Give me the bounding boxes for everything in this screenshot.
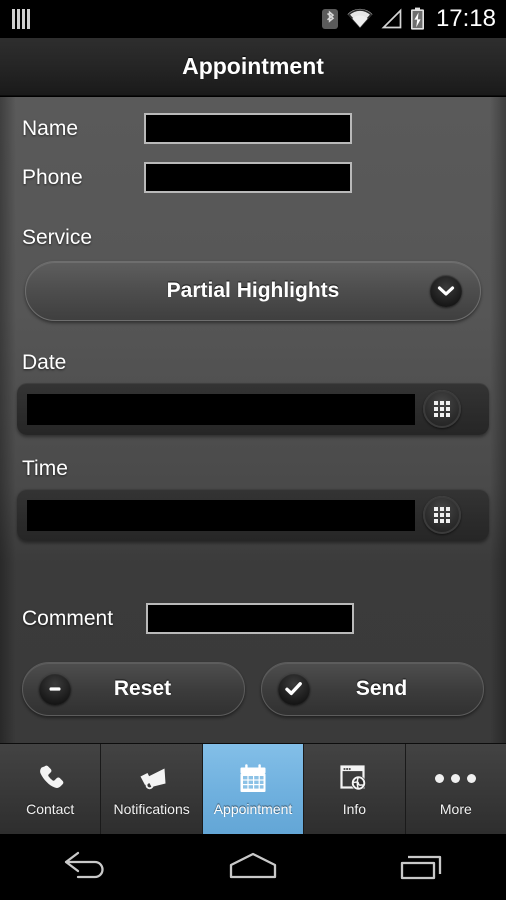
status-bar: 17:18 bbox=[0, 0, 506, 38]
page-title: Appointment bbox=[182, 53, 324, 79]
comment-label: Comment bbox=[22, 606, 114, 630]
android-nav-bar bbox=[0, 834, 506, 900]
tab-appointment-label: Appointment bbox=[213, 800, 293, 817]
bluetooth-icon bbox=[321, 9, 338, 29]
check-circle-icon bbox=[278, 673, 310, 705]
reset-button-label: Reset bbox=[113, 677, 172, 700]
phone-icon bbox=[33, 762, 67, 796]
nav-recents-button[interactable] bbox=[337, 848, 506, 886]
wifi-icon bbox=[347, 8, 373, 29]
reset-button[interactable]: Reset bbox=[22, 662, 245, 716]
phone-row: Phone bbox=[0, 162, 506, 193]
calendar-icon bbox=[236, 762, 270, 796]
name-label: Name bbox=[22, 116, 79, 140]
back-icon bbox=[65, 851, 104, 879]
grid-picker-icon bbox=[434, 401, 450, 417]
comment-row: Comment bbox=[0, 603, 506, 634]
send-button-label: Send bbox=[355, 677, 408, 700]
tab-more[interactable]: More bbox=[405, 744, 506, 834]
megaphone-icon bbox=[134, 762, 170, 796]
service-selected-value: Partial Highlights bbox=[166, 279, 340, 302]
ellipsis-icon bbox=[435, 762, 477, 796]
cellular-signal-icon bbox=[381, 8, 402, 29]
time-label: Time bbox=[22, 457, 68, 480]
phone-screen: 17:18 Appointment Name Phone Service Par… bbox=[0, 0, 506, 900]
tab-info[interactable]: Info bbox=[304, 744, 406, 834]
service-dropdown[interactable]: Partial Highlights bbox=[25, 261, 481, 321]
tab-contact-label: Contact bbox=[26, 800, 75, 817]
name-row: Name bbox=[0, 113, 506, 144]
nav-back-button[interactable] bbox=[0, 848, 169, 886]
recent-apps-icon bbox=[400, 855, 441, 880]
tab-contact[interactable]: Contact bbox=[0, 744, 102, 834]
status-bar-clock: 17:18 bbox=[435, 5, 496, 32]
name-input[interactable] bbox=[144, 113, 352, 144]
status-bar-left bbox=[12, 9, 30, 29]
battery-charging-icon bbox=[410, 7, 424, 30]
sim-bars-icon bbox=[12, 9, 30, 29]
minus-circle-icon bbox=[39, 673, 71, 705]
phone-label: Phone bbox=[22, 165, 83, 189]
nav-home-button[interactable] bbox=[169, 848, 338, 886]
form-actions: Reset Send bbox=[0, 662, 506, 716]
bottom-tab-bar: Contact Notifications Appointment Info M… bbox=[0, 743, 506, 834]
chevron-down-icon[interactable] bbox=[430, 275, 462, 307]
time-picker-button[interactable] bbox=[423, 496, 461, 534]
date-field-panel bbox=[17, 383, 489, 435]
grid-picker-icon bbox=[434, 507, 450, 523]
time-input[interactable] bbox=[27, 499, 415, 531]
phone-input[interactable] bbox=[144, 162, 352, 193]
service-label: Service bbox=[22, 226, 93, 249]
browser-globe-icon bbox=[337, 762, 371, 796]
tab-appointment[interactable]: Appointment bbox=[202, 744, 305, 834]
date-input[interactable] bbox=[27, 393, 415, 425]
tab-more-label: More bbox=[439, 800, 472, 817]
status-bar-right: 17:18 bbox=[321, 5, 496, 33]
tab-info-label: Info bbox=[342, 800, 367, 817]
date-label: Date bbox=[22, 351, 67, 374]
date-picker-button[interactable] bbox=[423, 390, 461, 428]
tab-notifications[interactable]: Notifications bbox=[101, 744, 203, 834]
comment-input[interactable] bbox=[146, 603, 354, 634]
send-button[interactable]: Send bbox=[261, 662, 484, 716]
tab-notifications-label: Notifications bbox=[113, 800, 190, 817]
time-field-panel bbox=[17, 489, 489, 541]
appointment-form: Name Phone Service Partial Highlights Da… bbox=[0, 97, 506, 743]
home-icon bbox=[229, 852, 277, 879]
app-title-bar: Appointment bbox=[0, 38, 506, 96]
